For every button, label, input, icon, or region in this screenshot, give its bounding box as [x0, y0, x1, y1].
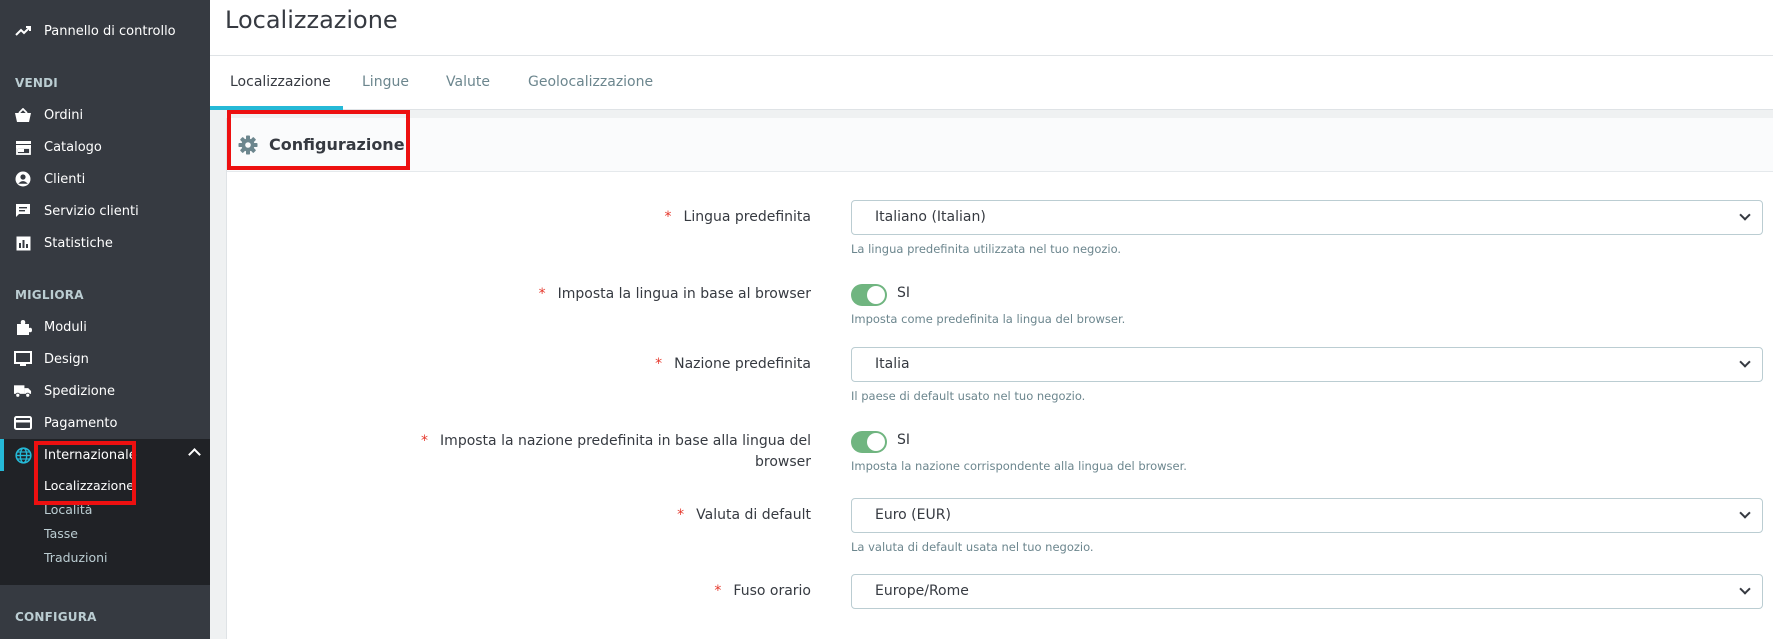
- required-marker: *: [677, 507, 685, 523]
- bar-chart-icon: [14, 235, 32, 251]
- truck-icon: [14, 383, 32, 399]
- label-default-country: Nazione predefinita: [674, 356, 811, 372]
- form-row-label: * Imposta la nazione predefinita in base …: [227, 431, 811, 475]
- sidebar-item-label: Pagamento: [44, 416, 118, 431]
- sidebar-section-sell: VENDI: [15, 76, 58, 90]
- sidebar-item-label: Pannello di controllo: [44, 24, 176, 39]
- timezone-select[interactable]: Europe/Rome: [851, 574, 1763, 609]
- label-default-currency: Valuta di default: [696, 507, 811, 523]
- active-tab-indicator: [210, 106, 343, 110]
- label-browser-country-line1: Imposta la nazione predefinita in base a…: [440, 433, 811, 449]
- sidebar-item-modules[interactable]: Moduli: [0, 311, 210, 343]
- credit-card-icon: [14, 415, 32, 431]
- help-text: La valuta di default usata nel tuo negoz…: [851, 540, 1094, 554]
- configuration-panel: Configurazione * Lingua predefinita Itali…: [226, 110, 1773, 639]
- help-text: Imposta come predefinita la lingua del b…: [851, 312, 1126, 326]
- select-value: Euro (EUR): [875, 507, 951, 523]
- panel-title: Configurazione: [269, 135, 405, 154]
- sidebar: Pannello di controllo VENDI Ordini Catal…: [0, 0, 210, 639]
- sidebar-item-customer-service[interactable]: Servizio clienti: [0, 195, 210, 227]
- sidebar-item-catalog[interactable]: Catalogo: [0, 131, 210, 163]
- sidebar-item-label: Servizio clienti: [44, 204, 139, 219]
- chevron-down-icon: [1739, 507, 1751, 519]
- select-value: Europe/Rome: [875, 583, 969, 599]
- label-default-language: Lingua predefinita: [683, 209, 811, 225]
- gear-icon: [238, 135, 258, 159]
- sidebar-item-label: Clienti: [44, 172, 86, 187]
- help-text: Il paese di default usato nel tuo negozi…: [851, 389, 1086, 403]
- chevron-down-icon: [1739, 209, 1751, 221]
- sidebar-item-stats[interactable]: Statistiche: [0, 227, 210, 259]
- help-text: Imposta la nazione corrispondente alla l…: [851, 459, 1187, 473]
- page-title: Localizzazione: [225, 6, 398, 34]
- panel-header: Configurazione: [227, 118, 1773, 172]
- form-row-label: * Fuso orario: [227, 581, 811, 603]
- label-browser-country-line2: browser: [754, 454, 811, 470]
- sidebar-subitem-localization[interactable]: Localizzazione: [44, 478, 134, 493]
- tab-localization[interactable]: Localizzazione: [230, 74, 331, 90]
- sidebar-item-label: Statistiche: [44, 236, 113, 251]
- tab-bar: Localizzazione Lingue Valute Geolocalizz…: [210, 56, 1773, 110]
- sidebar-item-label: Ordini: [44, 108, 84, 123]
- browser-language-toggle[interactable]: [851, 284, 887, 306]
- browser-country-toggle[interactable]: [851, 431, 887, 453]
- form-row-label: * Imposta la lingua in base al browser: [227, 284, 811, 306]
- required-marker: *: [664, 209, 672, 225]
- default-currency-select[interactable]: Euro (EUR): [851, 498, 1763, 533]
- default-language-select[interactable]: Italiano (Italian): [851, 200, 1763, 235]
- sidebar-item-international[interactable]: Internazionale: [0, 439, 210, 471]
- toggle-knob: [867, 286, 885, 304]
- store-icon: [14, 139, 32, 155]
- chevron-down-icon: [1739, 356, 1751, 368]
- required-marker: *: [538, 286, 546, 302]
- tab-languages[interactable]: Lingue: [362, 74, 409, 90]
- form-row-label: * Lingua predefinita: [227, 207, 811, 229]
- toggle-knob: [867, 433, 885, 451]
- chat-icon: [14, 203, 32, 219]
- toggle-label: SI: [897, 285, 911, 301]
- sidebar-item-label: Design: [44, 352, 89, 367]
- toggle-label: SI: [897, 432, 911, 448]
- trend-up-icon: [14, 23, 32, 39]
- puzzle-icon: [14, 319, 32, 335]
- sidebar-subitem-taxes[interactable]: Tasse: [44, 526, 78, 541]
- sidebar-subitem-translations[interactable]: Traduzioni: [44, 550, 108, 565]
- default-country-select[interactable]: Italia: [851, 347, 1763, 382]
- sidebar-item-label: Moduli: [44, 320, 87, 335]
- basket-icon: [14, 107, 32, 123]
- sidebar-item-orders[interactable]: Ordini: [0, 99, 210, 131]
- sidebar-item-dashboard[interactable]: Pannello di controllo: [0, 15, 210, 47]
- select-value: Italia: [875, 356, 910, 372]
- tab-currencies[interactable]: Valute: [446, 74, 490, 90]
- required-marker: *: [655, 356, 663, 372]
- sidebar-section-improve: MIGLIORA: [15, 288, 84, 302]
- user-circle-icon: [14, 171, 32, 187]
- sidebar-item-label: Spedizione: [44, 384, 115, 399]
- sidebar-item-payment[interactable]: Pagamento: [0, 407, 210, 439]
- required-marker: *: [421, 433, 429, 449]
- label-timezone: Fuso orario: [733, 583, 811, 599]
- select-value: Italiano (Italian): [875, 209, 986, 225]
- sidebar-item-customers[interactable]: Clienti: [0, 163, 210, 195]
- monitor-icon: [14, 351, 32, 367]
- sidebar-item-shipping[interactable]: Spedizione: [0, 375, 210, 407]
- sidebar-item-label: Catalogo: [44, 140, 102, 155]
- chevron-down-icon: [1739, 583, 1751, 595]
- help-text: La lingua predefinita utilizzata nel tuo…: [851, 242, 1122, 256]
- required-marker: *: [714, 583, 722, 599]
- sidebar-item-design[interactable]: Design: [0, 343, 210, 375]
- form-row-label: * Valuta di default: [227, 505, 811, 527]
- page-header: Localizzazione: [210, 0, 1773, 56]
- sidebar-section-configure: CONFIGURA: [15, 610, 97, 624]
- sidebar-item-label: Internazionale: [44, 448, 137, 463]
- globe-icon: [14, 446, 32, 464]
- form-row-label: * Nazione predefinita: [227, 354, 811, 376]
- sidebar-subitem-locations[interactable]: Località: [44, 502, 92, 517]
- tab-geolocation[interactable]: Geolocalizzazione: [528, 74, 653, 90]
- label-browser-language: Imposta la lingua in base al browser: [557, 286, 811, 302]
